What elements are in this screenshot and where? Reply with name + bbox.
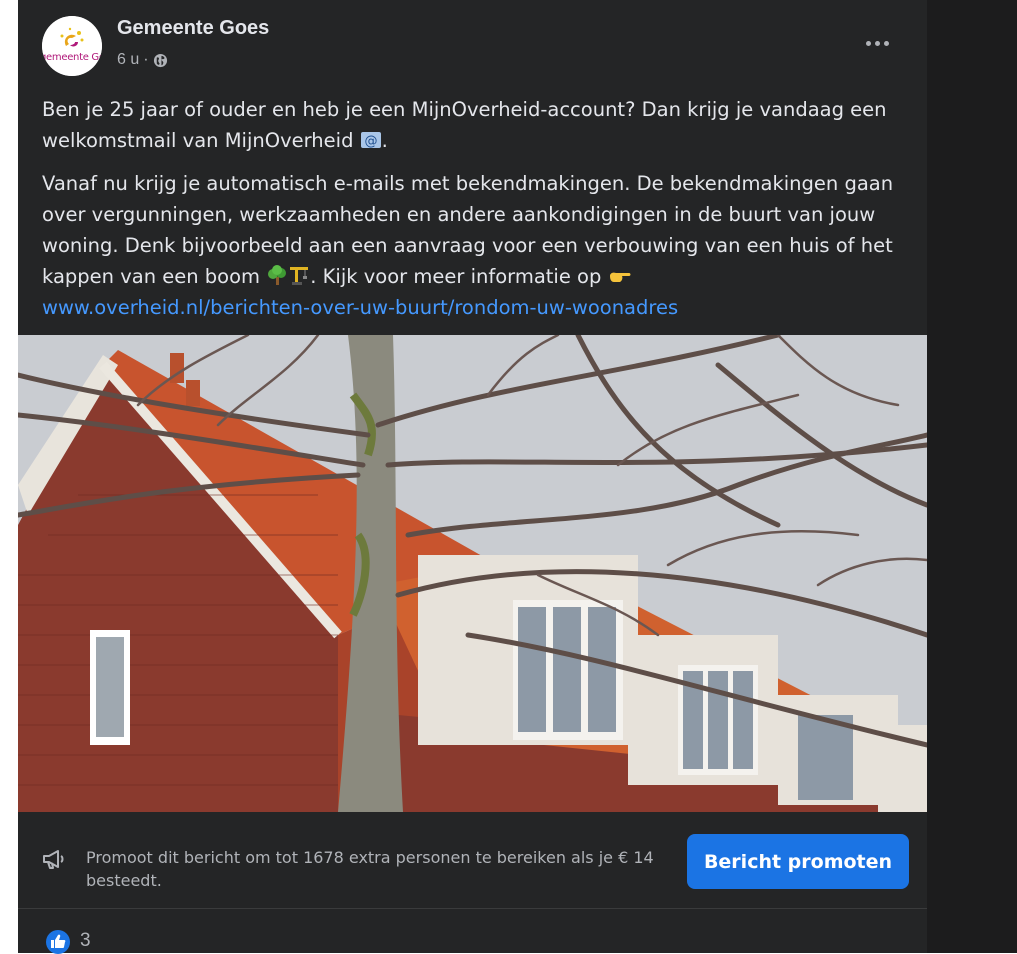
meta-separator: · [143, 51, 149, 68]
post-meta: 6 u · [117, 51, 168, 69]
construction-crane-icon [290, 267, 309, 285]
post-timestamp[interactable]: 6 u [117, 51, 139, 69]
globe-icon[interactable] [153, 53, 168, 68]
page-name-link[interactable]: Gemeente Goes [117, 17, 269, 40]
post-card: gemeente Goes Gemeente Goes 6 u · Ben je… [18, 0, 927, 954]
more-dots-icon [865, 40, 871, 46]
promote-post-button[interactable]: Bericht promoten [687, 834, 909, 889]
post-header: gemeente Goes Gemeente Goes 6 u · [18, 0, 927, 80]
pointing-hand-icon [609, 272, 631, 282]
post-message: Ben je 25 jaar of ouder en heb je een Mi… [42, 94, 912, 335]
like-count[interactable]: 3 [80, 930, 91, 952]
post-photo[interactable] [18, 335, 927, 812]
paragraph-1-text: Ben je 25 jaar of ouder en heb je een Mi… [42, 98, 887, 152]
gemeente-goes-logo-icon [42, 16, 102, 76]
paragraph-1-end: . [381, 129, 388, 152]
megaphone-icon [43, 850, 64, 869]
promotion-text: Promoot dit bericht om tot 1678 extra pe… [86, 848, 654, 890]
svg-text:@: @ [364, 134, 377, 149]
post-paragraph-1: Ben je 25 jaar of ouder en heb je een Mi… [42, 94, 912, 156]
email-icon: @ [360, 132, 381, 149]
post-paragraph-2: Vanaf nu krijg je automatisch e-mails me… [42, 168, 912, 323]
more-options-button[interactable] [860, 28, 894, 58]
tree-icon [268, 265, 287, 285]
avatar-logo-text: gemeente Goes [42, 52, 102, 63]
reactions-divider [18, 908, 927, 909]
like-icon[interactable] [46, 930, 70, 954]
photo-houses-image [18, 335, 927, 812]
post-link[interactable]: www.overheid.nl/berichten-over-uw-buurt/… [42, 296, 678, 319]
page-avatar[interactable]: gemeente Goes [42, 16, 102, 76]
right-sidebar-background [927, 0, 1017, 953]
paragraph-2-after: . Kijk voor meer informatie op [310, 265, 602, 288]
